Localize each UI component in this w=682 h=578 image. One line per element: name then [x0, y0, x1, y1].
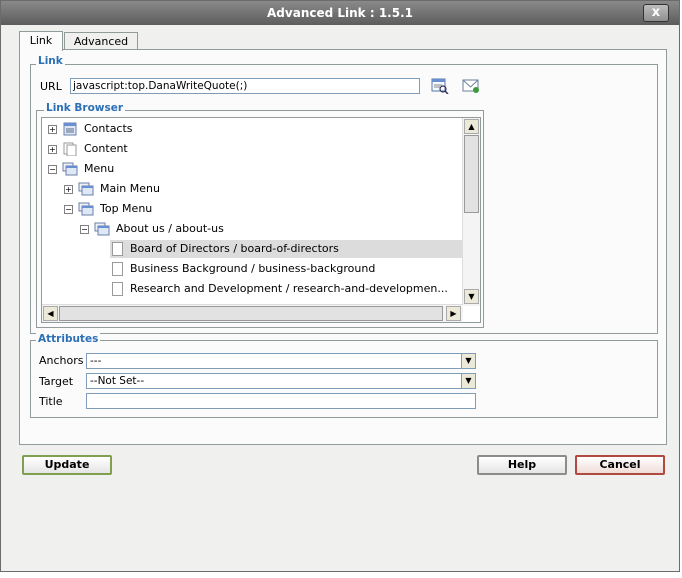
close-button[interactable]: x	[643, 4, 669, 22]
expand-icon[interactable]: +	[48, 145, 57, 154]
collapse-icon[interactable]: −	[64, 205, 73, 214]
attributes-legend: Attributes	[36, 333, 101, 345]
url-label: URL	[40, 80, 62, 93]
menu-icon	[78, 202, 94, 216]
menu-icon	[78, 182, 94, 196]
menu-icon	[62, 162, 78, 176]
expand-icon[interactable]: +	[64, 185, 73, 194]
page-icon	[112, 282, 123, 296]
chevron-down-icon[interactable]: ▼	[461, 354, 475, 368]
page-icon	[112, 242, 123, 256]
collapse-icon[interactable]: −	[80, 225, 89, 234]
tree-node-board-of-directors[interactable]: Board of Directors / board-of-directors	[110, 240, 462, 258]
window-title: Advanced Link : 1.5.1	[267, 6, 413, 20]
tree-node-label: Research and Development / research-and-…	[130, 282, 448, 295]
anchors-label: Anchors	[39, 354, 84, 367]
browse-icon[interactable]	[431, 78, 449, 94]
tree-node-label: Contacts	[84, 122, 133, 135]
collapse-icon[interactable]: −	[48, 165, 57, 174]
vertical-scrollbar[interactable]: ▲ ▼	[462, 118, 480, 306]
tree-node-label: About us / about-us	[116, 222, 224, 235]
link-legend: Link	[36, 55, 65, 67]
anchors-select[interactable]: --- ▼	[86, 353, 476, 369]
contacts-icon	[63, 122, 77, 136]
scroll-up-icon[interactable]: ▲	[464, 119, 479, 134]
help-button[interactable]: Help	[477, 455, 567, 475]
email-icon[interactable]	[462, 78, 480, 94]
update-button[interactable]: Update	[22, 455, 112, 475]
scroll-left-icon[interactable]: ◀	[43, 306, 58, 321]
target-select[interactable]: --Not Set-- ▼	[86, 373, 476, 389]
title-label: Title	[39, 395, 63, 408]
vertical-scroll-thumb[interactable]	[464, 135, 479, 213]
title-bar: Advanced Link : 1.5.1 x	[1, 1, 679, 25]
chevron-down-icon[interactable]: ▼	[461, 374, 475, 388]
link-browser-legend: Link Browser	[44, 102, 126, 114]
url-input[interactable]: javascript:top.DanaWriteQuote(;)	[70, 78, 420, 94]
horizontal-scrollbar[interactable]: ◀ ▶	[42, 304, 463, 322]
tree-node-label: Board of Directors / board-of-directors	[130, 242, 339, 255]
close-icon: x	[651, 5, 661, 20]
anchors-value: ---	[90, 355, 102, 367]
scroll-down-icon[interactable]: ▼	[464, 289, 479, 304]
cancel-button[interactable]: Cancel	[575, 455, 665, 475]
page-icon	[112, 262, 123, 276]
tree-node-label: Top Menu	[100, 202, 153, 215]
tab-advanced[interactable]: Advanced	[64, 32, 138, 50]
advanced-link-dialog: Advanced Link : 1.5.1 x Link Advanced Li…	[0, 0, 680, 572]
scroll-right-icon[interactable]: ▶	[446, 306, 461, 321]
content-icon	[63, 142, 77, 156]
title-input[interactable]	[86, 393, 476, 409]
horizontal-scroll-thumb[interactable]	[59, 306, 443, 321]
tree-node-label: Main Menu	[100, 182, 160, 195]
tree-node-label: Business Background / business-backgroun…	[130, 262, 376, 275]
target-value: --Not Set--	[90, 375, 145, 387]
menu-icon	[94, 222, 110, 236]
expand-icon[interactable]: +	[48, 125, 57, 134]
tree-node-label: Content	[84, 142, 128, 155]
link-browser-tree[interactable]: + Contacts + Content − Menu + Main Menu …	[41, 117, 481, 323]
tab-link[interactable]: Link	[19, 31, 63, 51]
target-label: Target	[39, 375, 74, 388]
tree-node-label: Menu	[84, 162, 115, 175]
